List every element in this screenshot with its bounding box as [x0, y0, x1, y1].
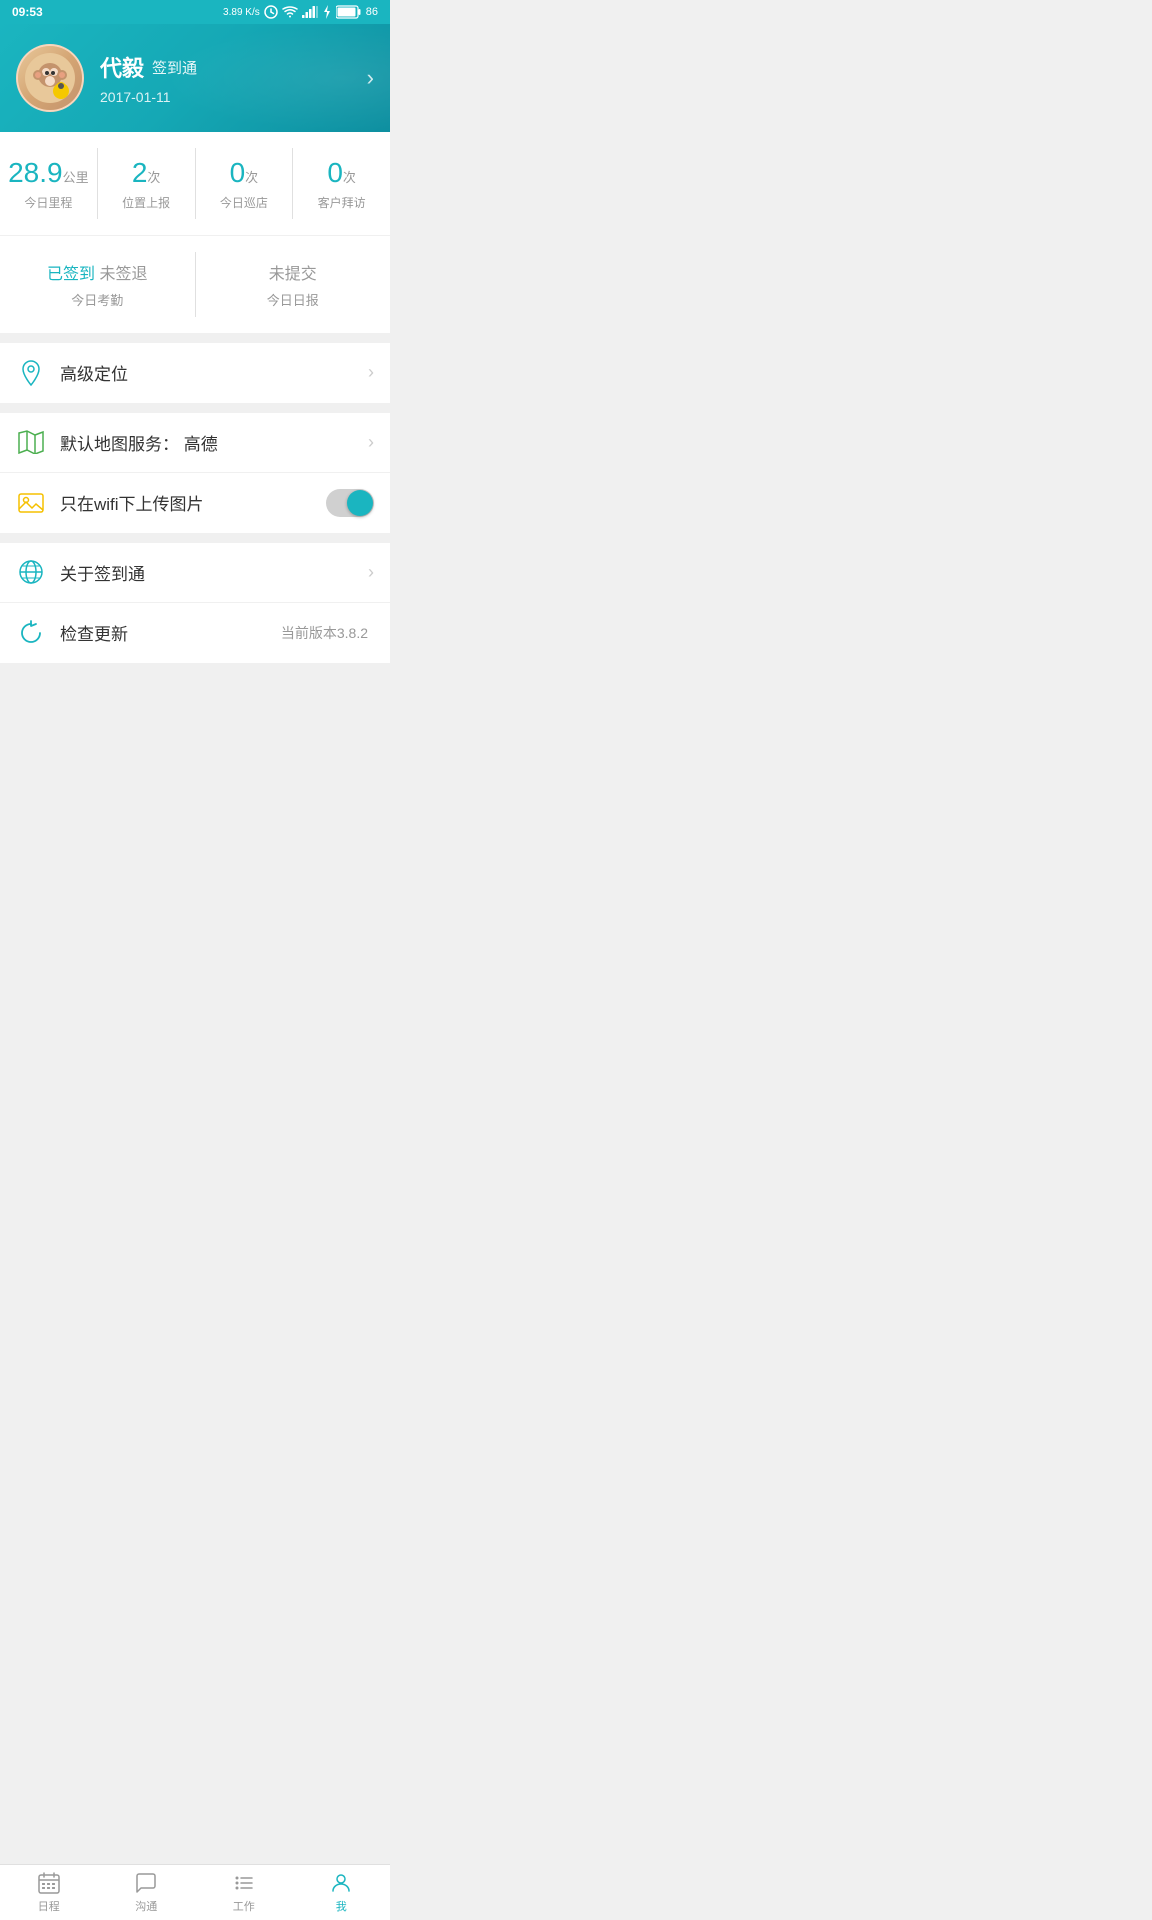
status-time: 09:53	[12, 5, 43, 19]
menu-chevron-about: ›	[368, 562, 374, 583]
attendance-row: 已签到 未签退 今日考勤 未提交 今日日报	[0, 252, 390, 317]
checkin-label: 今日考勤	[4, 290, 191, 309]
battery-icon	[336, 5, 362, 19]
stat-patrol: 0次 今日巡店	[196, 148, 294, 219]
status-icons: 3.89 K/s	[223, 5, 378, 19]
menu-label-map: 默认地图服务： 高德	[60, 430, 368, 455]
battery-level: 86	[366, 6, 378, 18]
menu-item-wifi-upload[interactable]: 只在wifi下上传图片	[0, 473, 390, 533]
stats-row: 28.9公里 今日里程 2次 位置上报 0次 今日巡店 0次 客户	[0, 148, 390, 219]
stat-location-label: 位置上报	[102, 194, 191, 211]
attendance-report: 未提交 今日日报	[196, 252, 391, 317]
image-icon	[16, 488, 46, 518]
report-label: 今日日报	[200, 290, 387, 309]
checkin-status-unsigned: 未签退	[99, 266, 147, 283]
menu-label-location: 高级定位	[60, 360, 368, 385]
menu-section-1: 高级定位 ›	[0, 343, 390, 403]
stat-mileage-value: 28.9	[8, 157, 63, 188]
toggle-knob	[347, 490, 373, 516]
section-divider-1	[0, 333, 390, 343]
nav-item-work[interactable]: 工作	[195, 1865, 293, 1920]
map-icon	[16, 427, 46, 457]
profile-date: 2017-01-11	[100, 89, 367, 105]
nav-item-schedule[interactable]: 日程	[0, 1865, 98, 1920]
signal-icon	[302, 6, 318, 18]
nav-label-me: 我	[336, 1898, 347, 1914]
menu-item-update[interactable]: 检查更新 当前版本3.8.2	[0, 603, 390, 663]
profile-info: 代毅 签到通 2017-01-11	[100, 51, 367, 105]
profile-name: 代毅	[100, 51, 144, 83]
wifi-icon	[282, 6, 298, 18]
nav-label-chat: 沟通	[135, 1898, 157, 1914]
profile-header[interactable]: 代毅 签到通 2017-01-11 ›	[0, 24, 390, 132]
stat-mileage-label: 今日里程	[4, 194, 93, 211]
attendance-section: 已签到 未签退 今日考勤 未提交 今日日报	[0, 236, 390, 333]
globe-icon	[16, 557, 46, 587]
menu-chevron-location: ›	[368, 362, 374, 383]
stat-patrol-value: 0	[230, 157, 246, 188]
menu-item-location[interactable]: 高级定位 ›	[0, 343, 390, 403]
report-status: 未提交	[200, 260, 387, 284]
stat-location: 2次 位置上报	[98, 148, 196, 219]
nav-label-schedule: 日程	[38, 1898, 60, 1914]
toggle-track	[326, 489, 374, 517]
menu-item-map[interactable]: 默认地图服务： 高德 ›	[0, 413, 390, 473]
avatar-image	[18, 46, 82, 110]
avatar	[16, 44, 84, 112]
status-bar: 09:53 3.89 K/s	[0, 0, 390, 24]
menu-chevron-map: ›	[368, 432, 374, 453]
stat-mileage-unit: 公里	[63, 170, 89, 185]
chat-icon	[134, 1871, 158, 1895]
stat-mileage: 28.9公里 今日里程	[0, 148, 98, 219]
list-icon	[232, 1871, 256, 1895]
calendar-icon	[37, 1871, 61, 1895]
nav-item-chat[interactable]: 沟通	[98, 1865, 196, 1920]
wifi-upload-toggle[interactable]	[326, 489, 374, 517]
stat-visit: 0次 客户拜访	[293, 148, 390, 219]
profile-app-name: 签到通	[152, 57, 197, 78]
stat-location-unit: 次	[147, 170, 160, 185]
speed-indicator: 3.89 K/s	[223, 7, 260, 18]
checkin-status-signed: 已签到	[47, 266, 95, 283]
nav-item-me[interactable]: 我	[293, 1865, 391, 1920]
location-icon	[16, 358, 46, 388]
nav-label-work: 工作	[233, 1898, 255, 1914]
menu-section-3: 关于签到通 › 检查更新 当前版本3.8.2	[0, 543, 390, 663]
bottom-nav: 日程 沟通 工作 我	[0, 1864, 390, 1920]
charging-icon	[322, 5, 332, 19]
attendance-checkin: 已签到 未签退 今日考勤	[0, 252, 196, 317]
profile-chevron[interactable]: ›	[367, 65, 374, 91]
stat-location-value: 2	[132, 157, 148, 188]
stat-visit-label: 客户拜访	[297, 194, 386, 211]
section-divider-3	[0, 533, 390, 543]
person-icon	[329, 1871, 353, 1895]
stat-patrol-unit: 次	[245, 170, 258, 185]
menu-section-2: 默认地图服务： 高德 › 只在wifi下上传图片	[0, 413, 390, 533]
menu-label-wifi-upload: 只在wifi下上传图片	[60, 490, 326, 515]
menu-label-update: 检查更新	[60, 620, 281, 645]
refresh-icon	[16, 618, 46, 648]
clock-icon	[264, 5, 278, 19]
section-divider-2	[0, 403, 390, 413]
menu-value-version: 当前版本3.8.2	[281, 623, 368, 643]
stat-patrol-label: 今日巡店	[200, 194, 289, 211]
stats-section: 28.9公里 今日里程 2次 位置上报 0次 今日巡店 0次 客户	[0, 132, 390, 235]
stat-visit-unit: 次	[343, 170, 356, 185]
stat-visit-value: 0	[327, 157, 343, 188]
menu-label-about: 关于签到通	[60, 560, 368, 585]
menu-item-about[interactable]: 关于签到通 ›	[0, 543, 390, 603]
